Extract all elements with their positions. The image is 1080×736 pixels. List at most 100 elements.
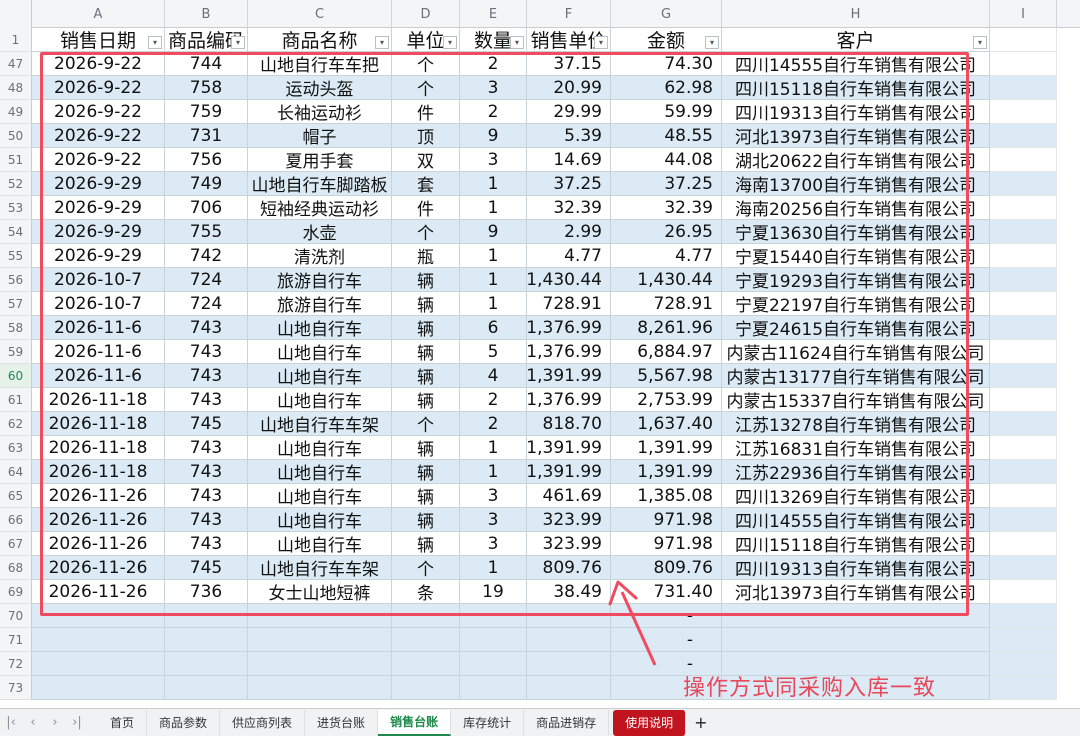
cell-customer[interactable]: 内蒙古13177自行车销售有限公司 bbox=[722, 364, 990, 388]
empty-cell[interactable] bbox=[990, 508, 1057, 532]
cell-amount[interactable]: 48.55 bbox=[611, 124, 722, 148]
row-number[interactable]: 61 bbox=[0, 388, 32, 412]
cell-amount[interactable]: 728.91 bbox=[611, 292, 722, 316]
row-number[interactable]: 73 bbox=[0, 676, 32, 700]
cell-name[interactable]: 运动头盔 bbox=[248, 76, 392, 100]
empty-cell[interactable] bbox=[460, 676, 527, 700]
cell-customer[interactable]: 四川15118自行车销售有限公司 bbox=[722, 532, 990, 556]
cell-customer[interactable]: 宁夏19293自行车销售有限公司 bbox=[722, 268, 990, 292]
cell-unit[interactable]: 条 bbox=[392, 580, 460, 604]
header-cell-unit[interactable]: 单位 ▾ bbox=[392, 28, 460, 52]
cell-name[interactable]: 长袖运动衫 bbox=[248, 100, 392, 124]
empty-cell[interactable] bbox=[392, 628, 460, 652]
cell-unit[interactable]: 辆 bbox=[392, 364, 460, 388]
empty-cell[interactable] bbox=[165, 604, 248, 628]
header-cell-price[interactable]: 销售单价 ▾ bbox=[527, 28, 611, 52]
cell-code[interactable]: 744 bbox=[165, 52, 248, 76]
empty-cell[interactable] bbox=[990, 532, 1057, 556]
empty-cell[interactable] bbox=[32, 604, 165, 628]
empty-cell[interactable] bbox=[392, 604, 460, 628]
cell-amount[interactable]: 8,261.96 bbox=[611, 316, 722, 340]
cell-qty[interactable]: 3 bbox=[460, 532, 527, 556]
empty-cell[interactable] bbox=[392, 676, 460, 700]
empty-cell[interactable] bbox=[165, 652, 248, 676]
cell-qty[interactable]: 1 bbox=[460, 244, 527, 268]
empty-cell[interactable] bbox=[990, 28, 1057, 52]
cell-amount[interactable]: 59.99 bbox=[611, 100, 722, 124]
cell-date[interactable]: 2026-11-6 bbox=[32, 316, 165, 340]
cell-amount[interactable]: 731.40 bbox=[611, 580, 722, 604]
cell-name[interactable]: 山地自行车 bbox=[248, 364, 392, 388]
cell-amount[interactable]: 1,385.08 bbox=[611, 484, 722, 508]
cell-name[interactable]: 旅游自行车 bbox=[248, 292, 392, 316]
cell-qty[interactable]: 2 bbox=[460, 100, 527, 124]
row-number[interactable]: 51 bbox=[0, 148, 32, 172]
column-header-d[interactable]: D bbox=[392, 0, 460, 28]
empty-cell[interactable] bbox=[460, 652, 527, 676]
cell-date[interactable]: 2026-9-22 bbox=[32, 124, 165, 148]
cell-name[interactable]: 山地自行车 bbox=[248, 316, 392, 340]
cell-name[interactable]: 山地自行车脚踏板 bbox=[248, 172, 392, 196]
cell-customer[interactable]: 内蒙古11624自行车销售有限公司 bbox=[722, 340, 990, 364]
filter-dropdown-icon[interactable]: ▾ bbox=[443, 36, 457, 49]
cell-price[interactable]: 4.77 bbox=[527, 244, 611, 268]
cell-date[interactable]: 2026-11-26 bbox=[32, 532, 165, 556]
empty-cell[interactable] bbox=[527, 628, 611, 652]
cell-price[interactable]: 1,376.99 bbox=[527, 316, 611, 340]
row-number[interactable]: 62 bbox=[0, 412, 32, 436]
cell-name[interactable]: 山地自行车 bbox=[248, 436, 392, 460]
empty-cell[interactable] bbox=[990, 340, 1057, 364]
cell-amount[interactable]: 1,391.99 bbox=[611, 436, 722, 460]
header-cell-customer[interactable]: 客户 ▾ bbox=[722, 28, 990, 52]
cell-unit[interactable]: 个 bbox=[392, 52, 460, 76]
row-number[interactable]: 69 bbox=[0, 580, 32, 604]
cell-qty[interactable]: 2 bbox=[460, 388, 527, 412]
row-number[interactable]: 47 bbox=[0, 52, 32, 76]
empty-cell[interactable] bbox=[248, 604, 392, 628]
cell-unit[interactable]: 套 bbox=[392, 172, 460, 196]
cell-qty[interactable]: 1 bbox=[460, 172, 527, 196]
cell-customer[interactable]: 江苏16831自行车销售有限公司 bbox=[722, 436, 990, 460]
row-number[interactable]: 70 bbox=[0, 604, 32, 628]
cell-unit[interactable]: 个 bbox=[392, 556, 460, 580]
cell-date[interactable]: 2026-9-22 bbox=[32, 100, 165, 124]
prev-sheet-icon[interactable]: ‹ bbox=[22, 715, 44, 730]
cell-date[interactable]: 2026-11-6 bbox=[32, 364, 165, 388]
sheet-tab[interactable]: 销售台账 bbox=[378, 709, 452, 736]
cell-price[interactable]: 32.39 bbox=[527, 196, 611, 220]
row-number[interactable]: 57 bbox=[0, 292, 32, 316]
cell-code[interactable]: 749 bbox=[165, 172, 248, 196]
empty-cell[interactable] bbox=[990, 628, 1057, 652]
empty-cell[interactable] bbox=[990, 604, 1057, 628]
cell-qty[interactable]: 3 bbox=[460, 76, 527, 100]
cell-code[interactable]: 724 bbox=[165, 268, 248, 292]
cell-customer[interactable]: 宁夏24615自行车销售有限公司 bbox=[722, 316, 990, 340]
cell-unit[interactable]: 个 bbox=[392, 412, 460, 436]
row-number[interactable]: 50 bbox=[0, 124, 32, 148]
cell-price[interactable]: 20.99 bbox=[527, 76, 611, 100]
cell-code[interactable]: 743 bbox=[165, 436, 248, 460]
cell-code[interactable]: 724 bbox=[165, 292, 248, 316]
column-header-e[interactable]: E bbox=[460, 0, 527, 28]
cell-name[interactable]: 山地自行车 bbox=[248, 388, 392, 412]
cell-amount[interactable]: 971.98 bbox=[611, 508, 722, 532]
row-number[interactable]: 1 bbox=[0, 28, 32, 52]
cell-unit[interactable]: 辆 bbox=[392, 532, 460, 556]
cell-price[interactable]: 37.25 bbox=[527, 172, 611, 196]
row-number[interactable]: 56 bbox=[0, 268, 32, 292]
row-number[interactable]: 63 bbox=[0, 436, 32, 460]
cell-code[interactable]: 743 bbox=[165, 532, 248, 556]
cell-amount[interactable]: 809.76 bbox=[611, 556, 722, 580]
cell-unit[interactable]: 双 bbox=[392, 148, 460, 172]
row-number[interactable]: 59 bbox=[0, 340, 32, 364]
row-number[interactable]: 60 bbox=[0, 364, 32, 388]
cell-date[interactable]: 2026-9-29 bbox=[32, 172, 165, 196]
filter-dropdown-icon[interactable]: ▾ bbox=[231, 36, 245, 49]
cell-name[interactable]: 山地自行车 bbox=[248, 460, 392, 484]
cell-customer[interactable]: 海南13700自行车销售有限公司 bbox=[722, 172, 990, 196]
column-header-g[interactable]: G bbox=[611, 0, 722, 28]
cell-name[interactable]: 女士山地短裤 bbox=[248, 580, 392, 604]
cell-date[interactable]: 2026-11-26 bbox=[32, 508, 165, 532]
cell-amount[interactable]: 74.30 bbox=[611, 52, 722, 76]
select-all-corner[interactable] bbox=[0, 0, 32, 28]
